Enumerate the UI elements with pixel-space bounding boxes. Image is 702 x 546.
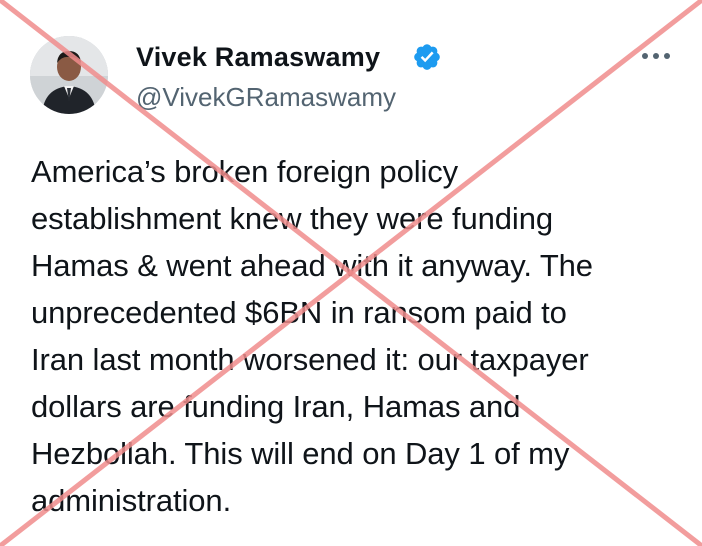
- verified-badge-icon: [414, 44, 440, 70]
- author-handle[interactable]: @VivekGRamaswamy: [136, 82, 396, 113]
- more-options-icon[interactable]: [640, 48, 672, 64]
- author-name[interactable]: Vivek Ramaswamy: [136, 42, 380, 73]
- tweet-card: Vivek Ramaswamy @VivekGRamaswamy America…: [0, 0, 702, 546]
- author-avatar[interactable]: [30, 36, 108, 114]
- avatar-image: [30, 36, 108, 114]
- tweet-text: America’s broken foreign policy establis…: [31, 154, 593, 518]
